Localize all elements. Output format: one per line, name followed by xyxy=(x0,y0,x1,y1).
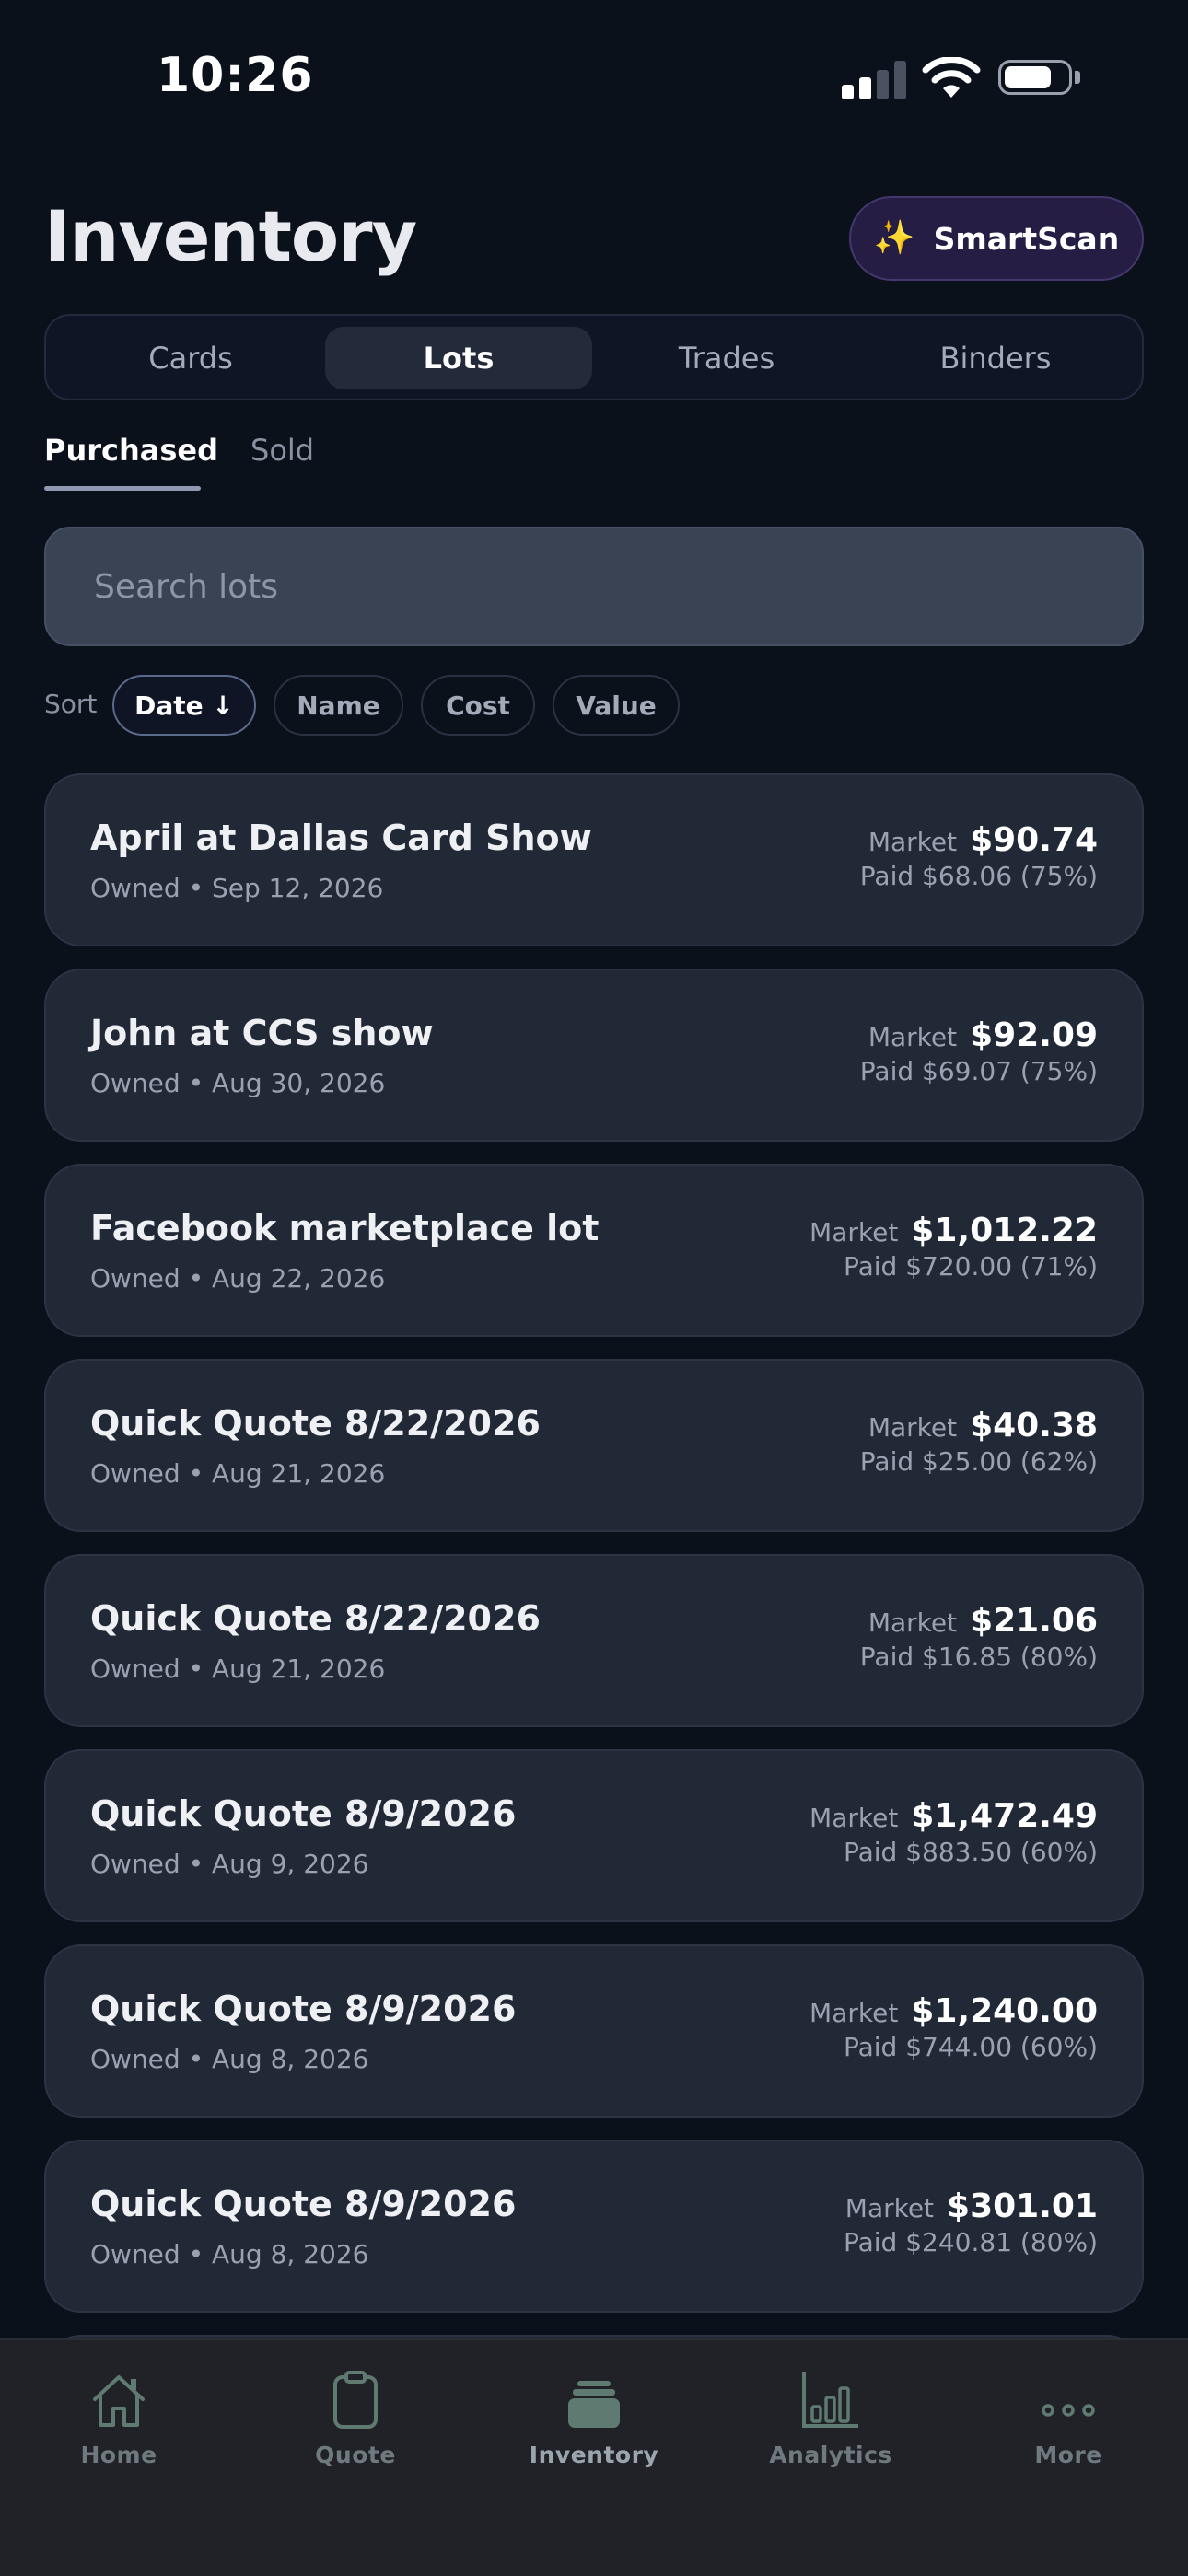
tab-more[interactable]: More xyxy=(976,2366,1160,2468)
lot-card[interactable]: Quick Quote 8/9/2026 Owned • Aug 8, 2026… xyxy=(44,1944,1144,2118)
paid-value: Paid $240.81 (80%) xyxy=(843,2227,1098,2257)
lot-name: Facebook marketplace lot xyxy=(90,1208,600,1248)
lot-card[interactable]: Quick Quote 8/9/2026 Owned • Aug 9, 2026… xyxy=(44,1749,1144,1922)
cellular-signal-icon xyxy=(842,61,906,99)
market-value: $90.74 xyxy=(970,821,1098,859)
market-label: Market xyxy=(868,1022,958,1052)
tab-quote[interactable]: Quote xyxy=(263,2366,448,2468)
tab-inventory[interactable]: Inventory xyxy=(502,2366,686,2468)
lot-card[interactable]: John at CCS show Owned • Aug 30, 2026 Ma… xyxy=(44,969,1144,1142)
tab-more-label: More xyxy=(1034,2442,1102,2468)
lot-card[interactable]: Quick Quote 8/9/2026 Owned • Aug 8, 2026… xyxy=(44,2140,1144,2313)
wifi-icon xyxy=(922,57,981,98)
lot-name: April at Dallas Card Show xyxy=(90,818,592,858)
lot-name: Quick Quote 8/9/2026 xyxy=(90,1989,517,2029)
tab-home-label: Home xyxy=(80,2442,157,2468)
search-box xyxy=(44,527,1144,646)
segment-binders[interactable]: Binders xyxy=(862,327,1129,389)
market-label: Market xyxy=(868,1412,958,1443)
smartscan-button[interactable]: ✨ SmartScan xyxy=(849,196,1144,281)
lot-status: Owned • Aug 9, 2026 xyxy=(90,1849,369,1879)
segment-cards[interactable]: Cards xyxy=(57,327,324,389)
market-value: $1,240.00 xyxy=(911,1992,1098,2030)
market-label: Market xyxy=(809,1217,899,1247)
tab-inventory-label: Inventory xyxy=(529,2442,659,2468)
lot-status: Owned • Aug 8, 2026 xyxy=(90,2044,369,2074)
paid-value: Paid $883.50 (60%) xyxy=(843,1837,1098,1867)
paid-value: Paid $25.00 (62%) xyxy=(859,1446,1098,1477)
market-label: Market xyxy=(809,1998,899,2028)
inventory-segmented-control: Cards Lots Trades Binders xyxy=(44,314,1144,400)
market-value: $1,012.22 xyxy=(911,1212,1098,1249)
paid-value: Paid $720.00 (71%) xyxy=(843,1251,1098,1282)
smartscan-label: SmartScan xyxy=(933,220,1120,257)
subtab-sold[interactable]: Sold xyxy=(250,433,314,468)
paid-value: Paid $68.06 (75%) xyxy=(859,861,1098,891)
sort-chip-date[interactable]: Date ↓ xyxy=(112,675,256,736)
lot-status: Owned • Aug 30, 2026 xyxy=(90,1068,386,1098)
segment-trades[interactable]: Trades xyxy=(593,327,860,389)
lot-name: Quick Quote 8/9/2026 xyxy=(90,2184,517,2224)
lot-status: Owned • Aug 21, 2026 xyxy=(90,1654,386,1684)
market-value: $1,472.49 xyxy=(911,1797,1098,1835)
lot-status: Owned • Aug 21, 2026 xyxy=(90,1458,386,1489)
market-value: $40.38 xyxy=(970,1407,1098,1445)
bottom-tab-bar: Home Quote Inventory Analytics More xyxy=(0,2338,1188,2576)
paid-value: Paid $16.85 (80%) xyxy=(859,1642,1098,1672)
tab-analytics[interactable]: Analytics xyxy=(739,2366,923,2468)
lot-card[interactable]: April at Dallas Card Show Owned • Sep 12… xyxy=(44,773,1144,946)
lot-status: Owned • Aug 22, 2026 xyxy=(90,1263,386,1294)
market-value: $301.01 xyxy=(947,2187,1098,2225)
paid-value: Paid $744.00 (60%) xyxy=(843,2032,1098,2062)
battery-icon xyxy=(998,60,1081,99)
sort-chip-value[interactable]: Value xyxy=(553,675,680,736)
more-icon xyxy=(1042,2404,1095,2417)
lot-card[interactable]: Quick Quote 8/22/2026 Owned • Aug 21, 20… xyxy=(44,1554,1144,1727)
lot-name: Quick Quote 8/22/2026 xyxy=(90,1403,541,1444)
lot-name: Quick Quote 8/22/2026 xyxy=(90,1598,541,1639)
status-time: 10:26 xyxy=(157,48,314,103)
lot-status: Owned • Aug 8, 2026 xyxy=(90,2239,369,2269)
lot-card[interactable]: Facebook marketplace lot Owned • Aug 22,… xyxy=(44,1164,1144,1337)
page-title: Inventory xyxy=(44,195,417,277)
market-label: Market xyxy=(809,1803,899,1833)
stack-icon xyxy=(568,2381,620,2428)
sort-chip-name[interactable]: Name xyxy=(274,675,403,736)
tab-quote-label: Quote xyxy=(315,2442,396,2468)
clipboard-icon xyxy=(333,2371,378,2429)
bar-chart-icon xyxy=(802,2372,858,2428)
status-bar: 10:26 xyxy=(0,0,1188,157)
tab-analytics-label: Analytics xyxy=(769,2442,892,2468)
lot-name: Quick Quote 8/9/2026 xyxy=(90,1793,517,1834)
market-value: $21.06 xyxy=(970,1602,1098,1640)
market-label: Market xyxy=(844,2193,935,2223)
active-subtab-indicator xyxy=(44,486,201,491)
search-input[interactable] xyxy=(92,566,1109,607)
home-icon xyxy=(93,2375,145,2427)
sort-chip-cost[interactable]: Cost xyxy=(421,675,535,736)
lot-name: John at CCS show xyxy=(90,1013,434,1053)
market-value: $92.09 xyxy=(970,1016,1098,1054)
tab-home[interactable]: Home xyxy=(27,2366,211,2468)
market-label: Market xyxy=(868,827,958,857)
lot-card[interactable]: Quick Quote 8/22/2026 Owned • Aug 21, 20… xyxy=(44,1359,1144,1532)
sparkles-icon: ✨ xyxy=(873,219,915,257)
subtab-purchased[interactable]: Purchased xyxy=(44,433,218,468)
lot-status: Owned • Sep 12, 2026 xyxy=(90,873,384,903)
market-label: Market xyxy=(868,1607,958,1638)
paid-value: Paid $69.07 (75%) xyxy=(859,1056,1098,1086)
sort-label: Sort xyxy=(44,689,98,719)
segment-lots[interactable]: Lots xyxy=(325,327,592,389)
